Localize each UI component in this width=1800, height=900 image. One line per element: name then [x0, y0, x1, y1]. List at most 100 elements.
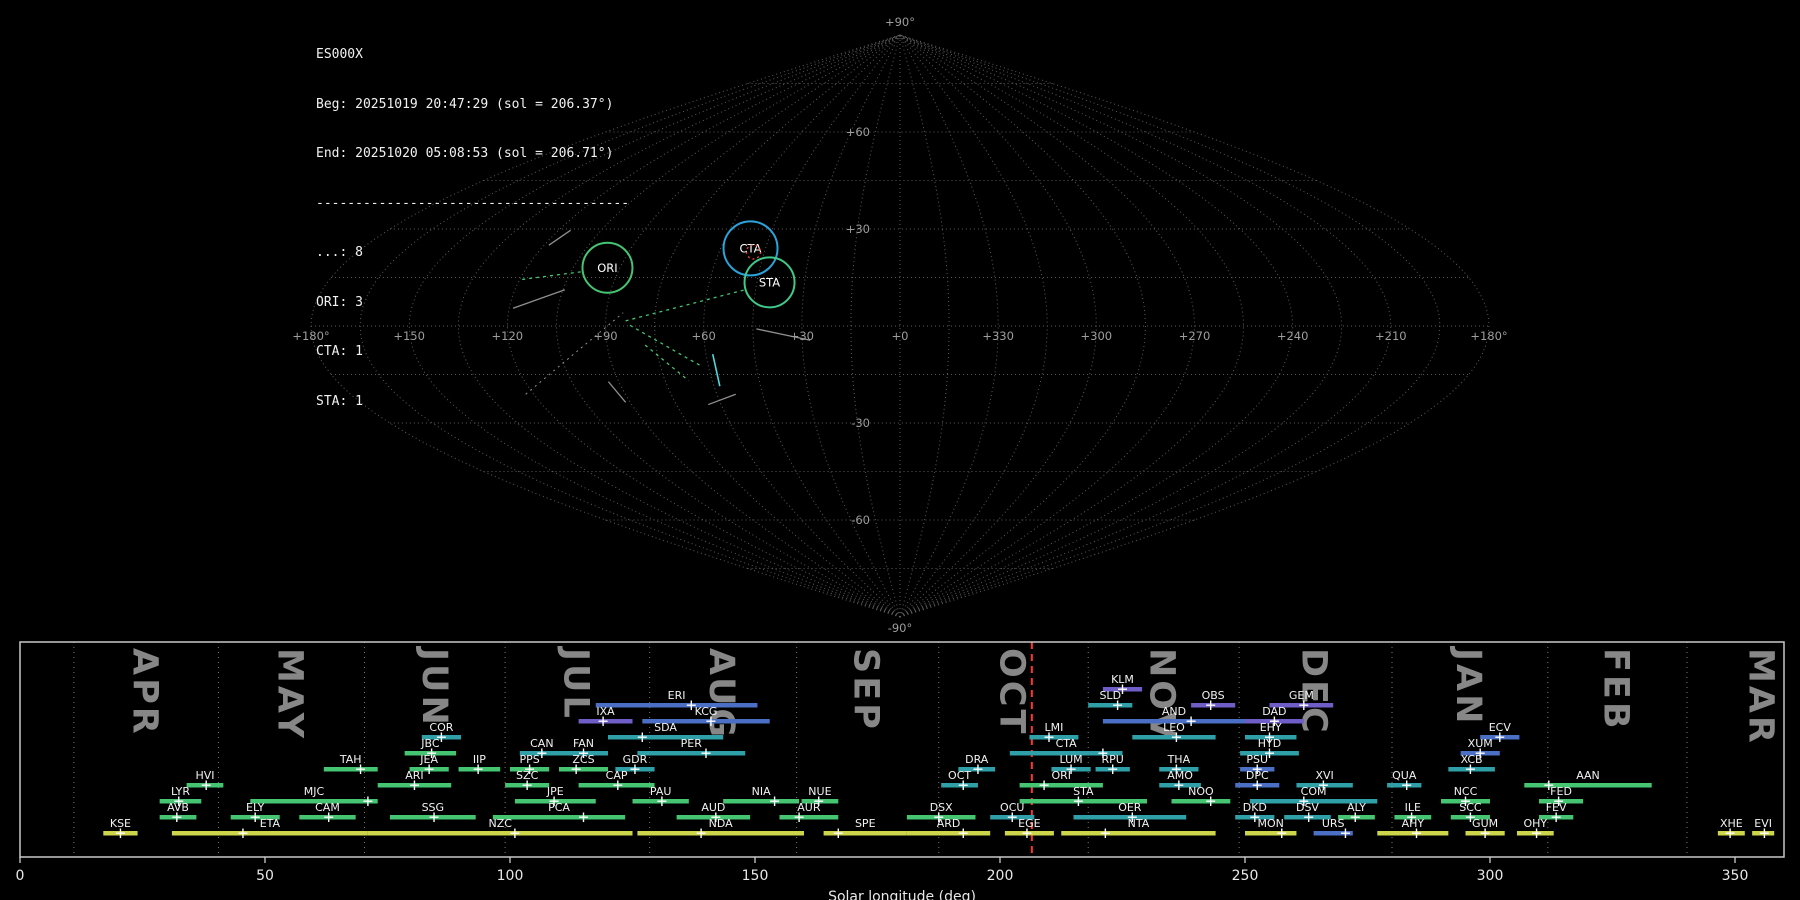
x-tick-label: 350	[1722, 868, 1749, 884]
shower-label: NDA	[709, 817, 734, 830]
shower-label: IXA	[596, 705, 615, 718]
shower-label: SZC	[516, 769, 539, 782]
shower-label: ELY	[246, 801, 265, 814]
shower-label: OCU	[1000, 801, 1024, 814]
shower-label: EHY	[1260, 721, 1282, 734]
month-label: OCT	[992, 648, 1032, 736]
x-tick-label: 100	[497, 868, 524, 884]
shower-label: DSV	[1296, 801, 1319, 814]
shower-label: NUE	[808, 785, 831, 798]
shower-label: NCC	[1454, 785, 1478, 798]
shower-label: AAN	[1576, 769, 1600, 782]
lon-label: +240	[1277, 329, 1309, 343]
meteor-trail	[625, 289, 746, 322]
shower-label: URS	[1322, 817, 1345, 830]
lon-label: +60	[692, 329, 716, 343]
shower-label: AHY	[1402, 817, 1425, 830]
shower-label: CTA	[1056, 737, 1078, 750]
shower-label: KCG	[695, 705, 718, 718]
shower-label: EVI	[1754, 817, 1772, 830]
lat-label: +30	[846, 222, 870, 236]
shower-bar-noo	[1171, 799, 1231, 804]
month-label: JAN	[1448, 646, 1488, 726]
meteor-trail	[708, 393, 736, 406]
shower-label: CAN	[530, 737, 553, 750]
shower-label: OER	[1118, 801, 1142, 814]
meridian-line	[899, 34, 1146, 618]
shower-label: HYD	[1258, 737, 1281, 750]
end-time: End: 20251020 05:08:53 (sol = 206.71°)	[316, 146, 614, 161]
shower-label: PPS	[519, 753, 539, 766]
month-label: JUN	[414, 646, 454, 728]
shower-bar-eta	[171, 831, 368, 836]
shower-label: AMO	[1167, 769, 1193, 782]
x-tick-label: 200	[987, 868, 1014, 884]
lat-label: +90°	[885, 15, 915, 29]
meteor-trail	[644, 344, 690, 382]
meridian-line	[899, 34, 1048, 618]
shower-label: LMI	[1044, 721, 1063, 734]
lon-label: +210	[1375, 329, 1407, 343]
shower-label: NZC	[488, 817, 512, 830]
x-axis-title: Solar longitude (deg)	[828, 889, 976, 900]
count-ori: ORI: 3	[316, 294, 363, 310]
shower-label: AUR	[797, 801, 821, 814]
shower-label: LYR	[171, 785, 190, 798]
shower-label: KLM	[1111, 673, 1134, 686]
shower-label: FAN	[573, 737, 594, 750]
x-tick-label: 250	[1232, 868, 1259, 884]
shower-label: JEA	[419, 753, 438, 766]
meridian-line	[703, 34, 901, 618]
shower-label: IIP	[473, 753, 486, 766]
month-label: APR	[124, 648, 164, 737]
begin-time: Beg: 20251019 20:47:29 (sol = 206.37°)	[316, 96, 614, 112]
shower-label: KSE	[110, 817, 131, 830]
radiant-label: CTA	[740, 241, 762, 255]
activity-timeline-panel: APR MAY JUN JUL AUG SEP OCT NOV DEC JAN FEB MAR KLM E…	[0, 640, 1800, 900]
shower-label: DKD	[1243, 801, 1267, 814]
shower-label: AUD	[701, 801, 725, 814]
shower-label: MON	[1258, 817, 1284, 830]
shower-bar-zcs	[559, 767, 608, 772]
shower-label: XCB	[1461, 753, 1483, 766]
shower-bar-nta	[1061, 831, 1216, 836]
shower-bar-nzc	[367, 831, 633, 836]
shower-label: AND	[1162, 705, 1186, 718]
shower-label: NIA	[752, 785, 771, 798]
shower-label: EGE	[1018, 817, 1040, 830]
shower-label: FEV	[1546, 801, 1567, 814]
month-label: JUL	[556, 646, 596, 721]
count-cta: CTA: 1	[316, 344, 363, 359]
shower-bar-sda	[608, 735, 724, 740]
shower-label: PCA	[548, 801, 570, 814]
shower-label: SSG	[422, 801, 445, 814]
shower-label: AVB	[167, 801, 189, 814]
shower-label: ERI	[668, 689, 686, 702]
lat-label: -60	[851, 513, 870, 527]
shower-bar-aan	[1524, 783, 1652, 788]
shower-label: OHY	[1523, 817, 1547, 830]
x-tick-label: 150	[742, 868, 769, 884]
shower-bar-eri	[595, 703, 758, 708]
month-label: AUG	[701, 648, 741, 740]
shower-label: ETA	[260, 817, 281, 830]
lon-label: +180°	[1470, 329, 1507, 343]
lon-label: +0	[892, 329, 909, 343]
meridian-line	[752, 34, 901, 618]
lon-label: +330	[982, 329, 1014, 343]
x-tick-label: 50	[256, 868, 274, 884]
shower-label: CAP	[606, 769, 628, 782]
shower-label: RPU	[1102, 753, 1124, 766]
month-label: MAR	[1740, 648, 1780, 746]
shower-bar-nia	[723, 799, 800, 804]
meridian-line	[899, 34, 1097, 618]
shower-label: XVI	[1315, 769, 1333, 782]
timeline-canvas: APR MAY JUN JUL AUG SEP OCT NOV DEC JAN FEB MARKLME…	[16, 641, 1785, 900]
shower-label: ECV	[1489, 721, 1512, 734]
shower-label: LUM	[1059, 753, 1082, 766]
shower-bar-per	[637, 751, 746, 756]
shower-bar-pca	[492, 815, 626, 820]
x-tick-label: 0	[16, 868, 25, 884]
sky-map-canvas: ORICTASTA+180° +150 +120 +90 +60 +30 +0 +330 +30…	[292, 15, 1507, 635]
shower-bar-ard	[906, 831, 991, 836]
